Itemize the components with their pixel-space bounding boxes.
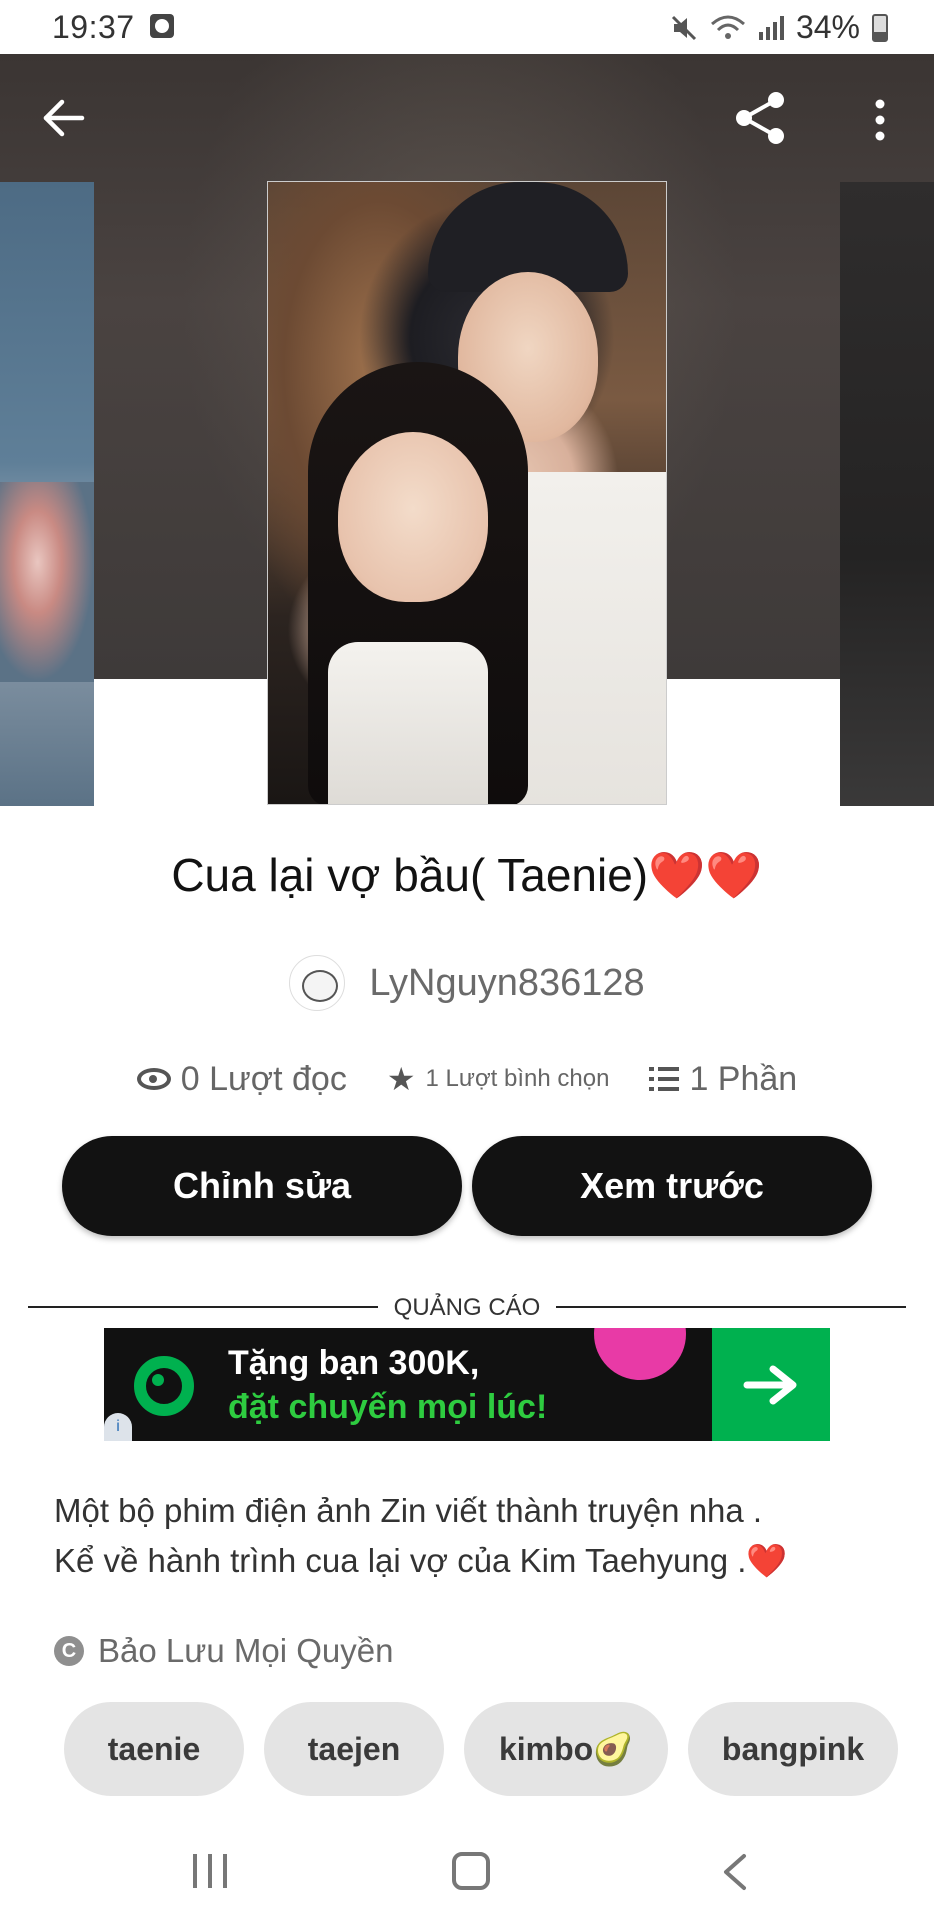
ad-banner[interactable]: Tặng bạn 300K, đặt chuyến mọi lúc! i	[104, 1328, 830, 1441]
tag-chip[interactable]: kimbo🥑	[464, 1702, 668, 1796]
ad-divider-line-right	[556, 1306, 906, 1308]
alarm-icon	[150, 14, 174, 38]
star-icon: ★	[386, 1061, 416, 1097]
eye-icon	[136, 1068, 171, 1090]
ad-label: QUẢNG CÁO	[393, 1294, 541, 1321]
battery-icon	[872, 13, 888, 42]
status-right-group: 34%	[670, 9, 888, 46]
signal-icon	[758, 15, 784, 40]
description-line: Một bộ phim điện ảnh Zin viết thành truy…	[54, 1492, 763, 1529]
mute-icon	[671, 15, 697, 40]
ad-divider: QUẢNG CÁO	[28, 1294, 906, 1324]
ad-subheadline: đặt chuyến mọi lúc!	[228, 1388, 548, 1426]
ad-divider-line-left	[28, 1306, 378, 1308]
back-icon[interactable]	[720, 1852, 750, 1892]
tags-row: taenie taejen kimbo🥑 bangpink	[64, 1702, 898, 1798]
stats-row: 0 Lượt đọc ★ 1 Lượt bình chọn 1 Phần	[0, 1054, 934, 1104]
stat-votes: ★ 1 Lượt bình chọn	[387, 1063, 610, 1095]
stat-votes-label: 1 Lượt bình chọn	[425, 1065, 610, 1092]
copyright-label: Bảo Lưu Mọi Quyền	[98, 1632, 394, 1669]
author-avatar[interactable]	[289, 955, 346, 1011]
action-buttons: Chỉnh sửa Xem trước	[62, 1136, 872, 1236]
stat-parts[interactable]: 1 Phần	[649, 1060, 797, 1099]
stat-parts-label[interactable]: 1 Phần	[689, 1060, 797, 1099]
author-row[interactable]: LyNguyn836128	[0, 948, 934, 1018]
cover-previous-art	[0, 482, 94, 682]
status-time: 19:37	[52, 9, 135, 45]
recents-icon[interactable]	[193, 1854, 229, 1890]
story-title: Cua lại vợ bầu( Taenie)❤️❤️	[171, 849, 763, 901]
tag-chip[interactable]: taenie	[64, 1702, 244, 1796]
cover-figure-top	[328, 642, 488, 804]
battery-percentage: 34%	[795, 9, 860, 45]
cover-figure-face-female	[338, 432, 488, 602]
ad-info-icon[interactable]: i	[104, 1413, 132, 1441]
more-vert-icon[interactable]	[862, 90, 898, 150]
ad-brand-logo-icon	[134, 1356, 194, 1416]
system-nav-bar	[0, 1816, 934, 1920]
edit-button[interactable]: Chỉnh sửa	[62, 1136, 462, 1236]
ad-cta-button[interactable]	[712, 1328, 830, 1441]
status-bar: 19:37 34%	[0, 0, 934, 54]
tag-chip[interactable]: taejen	[264, 1702, 444, 1796]
stat-reads-label: 0 Lượt đọc	[180, 1059, 347, 1098]
list-icon	[649, 1066, 680, 1092]
share-icon[interactable]	[730, 88, 790, 148]
stat-reads: 0 Lượt đọc	[136, 1059, 347, 1099]
cover-previous[interactable]	[0, 182, 94, 806]
copyright-icon: C	[54, 1636, 84, 1666]
copyright-row: C Bảo Lưu Mọi Quyền	[54, 1632, 393, 1670]
description-line: Kể về hành trình cua lại vợ của Kim Taeh…	[54, 1542, 788, 1579]
back-arrow-icon[interactable]	[38, 92, 90, 144]
wifi-icon	[710, 15, 745, 39]
ad-decoration	[594, 1328, 686, 1380]
arrow-right-icon	[743, 1365, 797, 1404]
tag-chip[interactable]: bangpink	[688, 1702, 898, 1796]
story-description: Một bộ phim điện ảnh Zin viết thành truy…	[54, 1486, 894, 1586]
story-cover[interactable]	[267, 181, 667, 805]
preview-button[interactable]: Xem trước	[472, 1136, 872, 1236]
home-icon[interactable]	[452, 1852, 490, 1890]
author-name[interactable]: LyNguyn836128	[369, 962, 644, 1005]
ad-headline: Tặng bạn 300K,	[228, 1344, 480, 1382]
cover-next[interactable]	[840, 182, 934, 806]
